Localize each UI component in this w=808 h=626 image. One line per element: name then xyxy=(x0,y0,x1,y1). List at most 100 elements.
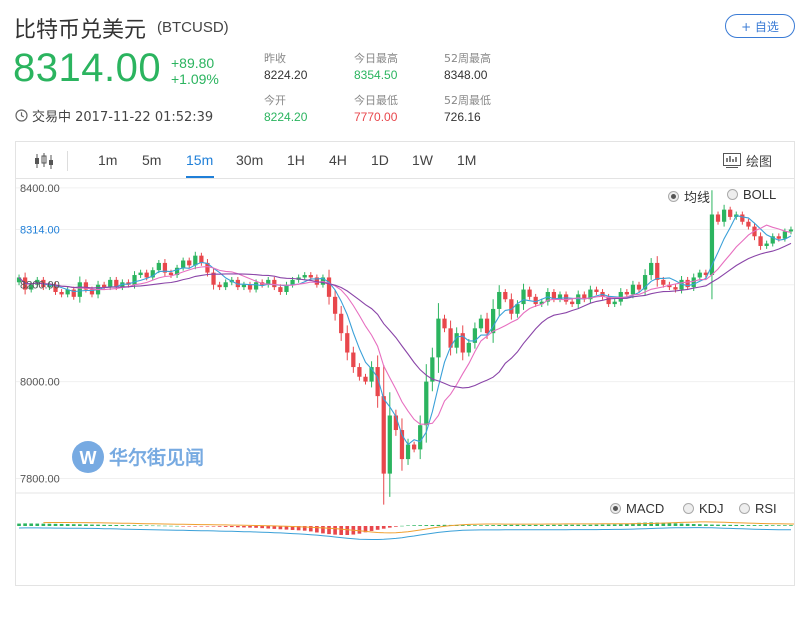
candle-body xyxy=(345,333,350,353)
macd-bar xyxy=(552,524,556,526)
macd-bar xyxy=(491,525,495,526)
candle-body xyxy=(405,444,411,460)
macd-bar xyxy=(199,526,204,527)
candle-body xyxy=(649,262,654,276)
tab-30m[interactable]: 30m xyxy=(236,152,263,168)
stat-value: 8224.20 xyxy=(264,68,308,82)
macd-bar xyxy=(497,525,502,526)
ma-line-5 xyxy=(18,214,792,446)
candlestick-chart[interactable]: W 华尔街见闻 8400.00 8314.00 8200.00 8000.00 7800… xyxy=(16,179,794,585)
macd-bar xyxy=(236,526,240,528)
macd-bar xyxy=(600,524,605,526)
macd-bar xyxy=(150,525,155,527)
macd-bar xyxy=(667,523,672,526)
active-tab-indicator xyxy=(186,176,214,178)
candle-body xyxy=(655,262,660,280)
candle-body xyxy=(491,308,496,334)
candle-body xyxy=(308,275,313,278)
add-watchlist-button[interactable]: + 自选 xyxy=(725,14,795,38)
tab-15m[interactable]: 15m xyxy=(186,152,213,168)
candle-body xyxy=(466,342,471,353)
stat-label: 52周最高 xyxy=(444,52,491,65)
tab-4h[interactable]: 4H xyxy=(329,152,347,168)
overlay-boll-radio[interactable]: BOLL xyxy=(727,187,776,202)
draw-button[interactable]: 绘图 xyxy=(723,151,772,170)
indicator-rsi-radio[interactable]: RSI xyxy=(739,501,777,516)
candle-body xyxy=(168,272,174,276)
indicator-macd-radio[interactable]: MACD xyxy=(610,501,664,516)
tab-1month[interactable]: 1M xyxy=(457,152,476,168)
overlay-ma-label: 均线 xyxy=(684,190,711,205)
macd-bar xyxy=(345,526,350,535)
macd-bar xyxy=(406,525,410,526)
candle-body xyxy=(339,313,344,334)
macd-bar xyxy=(144,525,149,526)
candle-body xyxy=(527,289,532,297)
candle-body xyxy=(636,284,642,290)
macd-bar xyxy=(77,524,82,526)
ma-line-20 xyxy=(18,242,792,389)
macd-bar xyxy=(381,526,386,529)
macd-bar xyxy=(47,523,52,526)
macd-bar xyxy=(163,525,167,527)
candle-body xyxy=(290,279,295,285)
macd-bar xyxy=(570,524,574,526)
macd-bar xyxy=(217,526,222,527)
radio-dot-icon xyxy=(727,189,738,200)
macd-bar xyxy=(418,525,423,526)
tab-1m[interactable]: 1m xyxy=(98,152,117,168)
y-tick-label: 7800.00 xyxy=(20,473,60,485)
macd-bar xyxy=(339,526,344,535)
indicator-kdj-radio[interactable]: KDJ xyxy=(683,501,724,516)
macd-bar xyxy=(412,525,416,526)
tab-1h[interactable]: 1H xyxy=(287,152,305,168)
stat-label: 今开 xyxy=(264,94,286,107)
macd-bar xyxy=(327,526,331,535)
macd-bar xyxy=(783,525,787,526)
indicator-macd-label: MACD xyxy=(626,501,665,516)
stat-prev-close: 昨收 8224.20 xyxy=(264,51,307,83)
overlay-ma-radio[interactable]: 均线 xyxy=(668,187,710,206)
candle-body xyxy=(326,277,332,297)
tab-1w[interactable]: 1W xyxy=(412,152,433,168)
current-price: 8314.00 xyxy=(13,46,162,90)
tab-1d[interactable]: 1D xyxy=(371,152,389,168)
macd-bar xyxy=(764,525,769,526)
candlestick-icon[interactable] xyxy=(34,152,54,170)
macd-bar xyxy=(746,525,751,526)
macd-bar xyxy=(539,524,544,526)
macd-bar xyxy=(120,525,125,526)
macd-bar xyxy=(527,524,532,526)
macd-bar xyxy=(254,526,258,528)
candle-body xyxy=(764,243,769,246)
candle-body xyxy=(624,291,629,295)
chart-draw-icon xyxy=(723,153,741,168)
macd-bar xyxy=(685,523,690,526)
candle-body xyxy=(357,367,362,377)
macd-bar xyxy=(770,525,775,526)
candle-body xyxy=(332,296,338,314)
stat-value: 8348.00 xyxy=(444,68,488,82)
stat-52w-high: 52周最高 8348.00 xyxy=(444,51,491,83)
watermark: W 华尔街见闻 xyxy=(72,441,204,473)
candle-body xyxy=(181,260,186,268)
macd-bar xyxy=(479,525,483,526)
macd-bar xyxy=(546,524,550,526)
y-tick-label: 8314.00 xyxy=(20,225,60,237)
page-title: 比特币兑美元 xyxy=(14,18,147,43)
macd-bar xyxy=(157,525,161,527)
stat-value: 8354.50 xyxy=(354,68,398,82)
candle-body xyxy=(418,425,423,450)
macd-bar xyxy=(533,524,538,526)
macd-bar xyxy=(242,526,246,528)
macd-bar xyxy=(473,525,477,526)
watermark-logo-letter: W xyxy=(80,448,97,468)
candle-body xyxy=(424,381,429,426)
candle-body xyxy=(442,318,447,329)
tab-5m[interactable]: 5m xyxy=(142,152,161,168)
macd-bar xyxy=(606,524,611,526)
stat-label: 52周最低 xyxy=(444,94,491,107)
candle-body xyxy=(776,236,781,239)
candle-body xyxy=(697,272,702,278)
candle-body xyxy=(533,296,538,305)
